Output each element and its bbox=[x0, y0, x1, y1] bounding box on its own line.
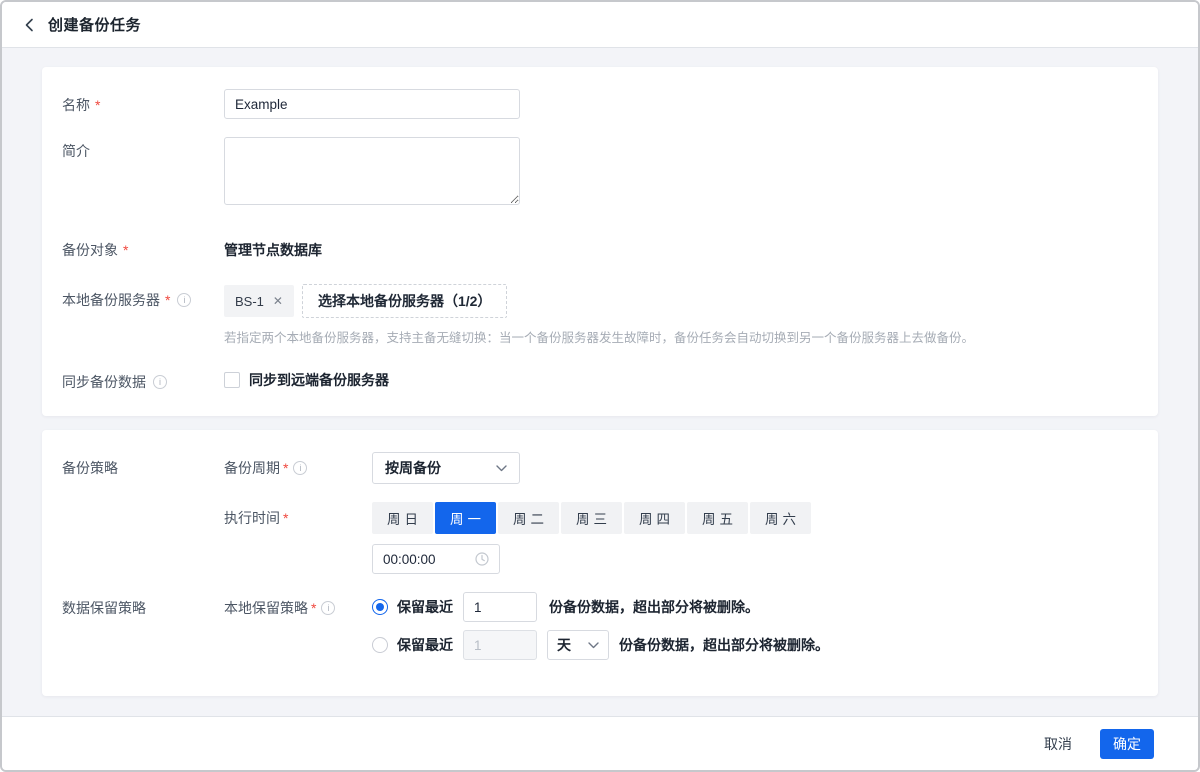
name-input[interactable] bbox=[224, 89, 520, 119]
retention-days-radio[interactable] bbox=[372, 637, 388, 653]
weekday-button-thu[interactable]: 周四 bbox=[624, 502, 685, 534]
chevron-down-icon bbox=[496, 465, 507, 472]
remove-tag-icon[interactable]: ✕ bbox=[273, 295, 283, 307]
info-circle-icon[interactable]: i bbox=[293, 461, 307, 475]
required-mark: * bbox=[123, 242, 128, 258]
backup-cycle-row: 备份策略 备份周期* i 按周备份 bbox=[62, 452, 1134, 484]
strategy-section-label: 备份策略 bbox=[62, 452, 224, 478]
local-retention-label: 本地保留策略* i bbox=[224, 592, 372, 618]
retention-count-option: 保留最近 份备份数据，超出部分将被删除。 bbox=[372, 592, 1134, 622]
execute-time-row: 执行时间* 周日 周一 周二 周三 周四 周五 周六 00:00:00 bbox=[62, 502, 1134, 574]
clock-icon bbox=[475, 552, 489, 566]
weekday-button-fri[interactable]: 周五 bbox=[687, 502, 748, 534]
local-server-label: 本地备份服务器* i bbox=[62, 284, 224, 310]
execute-time-input[interactable]: 00:00:00 bbox=[372, 544, 500, 574]
create-backup-task-page: 创建备份任务 名称* 简介 bbox=[0, 0, 1200, 772]
execute-time-value: 00:00:00 bbox=[383, 552, 436, 567]
server-helper-text: 若指定两个本地备份服务器，支持主备无缝切换：当一个备份服务器发生故障时，备份任务… bbox=[224, 327, 1134, 346]
cancel-button[interactable]: 取消 bbox=[1042, 728, 1074, 760]
info-circle-icon[interactable]: i bbox=[321, 601, 335, 615]
required-mark: * bbox=[311, 600, 316, 616]
weekday-selector: 周日 周一 周二 周三 周四 周五 周六 bbox=[372, 502, 1134, 534]
required-mark: * bbox=[165, 292, 170, 308]
retention-section-label: 数据保留策略 bbox=[62, 592, 224, 618]
required-mark: * bbox=[283, 460, 288, 476]
chevron-left-icon bbox=[24, 18, 34, 32]
back-button[interactable] bbox=[24, 18, 34, 32]
name-row: 名称* bbox=[62, 89, 1134, 119]
sync-checkbox[interactable] bbox=[224, 372, 240, 388]
required-mark: * bbox=[95, 97, 100, 113]
local-server-row: 本地备份服务器* i BS-1 ✕ 选择本地备份服务器（1/2） 若指定两个本地… bbox=[62, 284, 1134, 346]
backup-object-row: 备份对象* 管理节点数据库 bbox=[62, 234, 1134, 260]
retention-days-input[interactable] bbox=[463, 630, 537, 660]
page-header: 创建备份任务 bbox=[2, 2, 1198, 48]
retention-days-suffix: 份备份数据，超出部分将被删除。 bbox=[619, 635, 829, 655]
backup-cycle-select[interactable]: 按周备份 bbox=[372, 452, 520, 484]
name-label: 名称* bbox=[62, 89, 224, 115]
retention-row: 数据保留策略 本地保留策略* i 保留最近 份备份数据，超出部分将被删除。 bbox=[62, 592, 1134, 660]
description-label: 简介 bbox=[62, 137, 224, 161]
retention-count-prefix[interactable]: 保留最近 bbox=[397, 597, 453, 617]
server-tag: BS-1 ✕ bbox=[224, 285, 294, 317]
execute-time-label: 执行时间* bbox=[224, 502, 372, 528]
retention-count-input[interactable] bbox=[463, 592, 537, 622]
description-row: 简介 bbox=[62, 137, 1134, 210]
confirm-button[interactable]: 确定 bbox=[1100, 729, 1154, 759]
weekday-button-mon[interactable]: 周一 bbox=[435, 502, 496, 534]
page-title: 创建备份任务 bbox=[48, 14, 141, 35]
retention-days-option: 保留最近 天 份备份数据，超出部分将被删除。 bbox=[372, 630, 1134, 660]
info-circle-icon[interactable]: i bbox=[153, 375, 167, 389]
weekday-button-sun[interactable]: 周日 bbox=[372, 502, 433, 534]
required-mark: * bbox=[283, 510, 288, 526]
sync-label: 同步备份数据 i bbox=[62, 370, 224, 392]
retention-count-suffix: 份备份数据，超出部分将被删除。 bbox=[549, 597, 759, 617]
sync-row: 同步备份数据 i 同步到远端备份服务器 bbox=[62, 370, 1134, 392]
info-circle-icon[interactable]: i bbox=[177, 293, 191, 307]
retention-days-prefix[interactable]: 保留最近 bbox=[397, 635, 453, 655]
sync-checkbox-label[interactable]: 同步到远端备份服务器 bbox=[249, 370, 389, 390]
retention-unit-select[interactable]: 天 bbox=[547, 630, 609, 660]
form-body: 名称* 简介 备份对象* 管理节点数据库 bbox=[2, 48, 1198, 716]
backup-object-value: 管理节点数据库 bbox=[224, 234, 1134, 260]
description-textarea[interactable] bbox=[224, 137, 520, 205]
basic-info-card: 名称* 简介 备份对象* 管理节点数据库 bbox=[42, 67, 1158, 416]
weekday-button-sat[interactable]: 周六 bbox=[750, 502, 811, 534]
weekday-button-wed[interactable]: 周三 bbox=[561, 502, 622, 534]
footer-bar: 取消 确定 bbox=[2, 716, 1198, 770]
retention-unit-value: 天 bbox=[557, 635, 571, 655]
backup-cycle-label: 备份周期* i bbox=[224, 452, 372, 478]
server-tag-label: BS-1 bbox=[235, 294, 264, 309]
weekday-button-tue[interactable]: 周二 bbox=[498, 502, 559, 534]
backup-object-label: 备份对象* bbox=[62, 234, 224, 260]
backup-cycle-value: 按周备份 bbox=[385, 458, 441, 478]
retention-count-radio[interactable] bbox=[372, 599, 388, 615]
chevron-down-icon bbox=[588, 642, 599, 649]
select-server-button[interactable]: 选择本地备份服务器（1/2） bbox=[302, 284, 507, 318]
strategy-card: 备份策略 备份周期* i 按周备份 bbox=[42, 430, 1158, 696]
